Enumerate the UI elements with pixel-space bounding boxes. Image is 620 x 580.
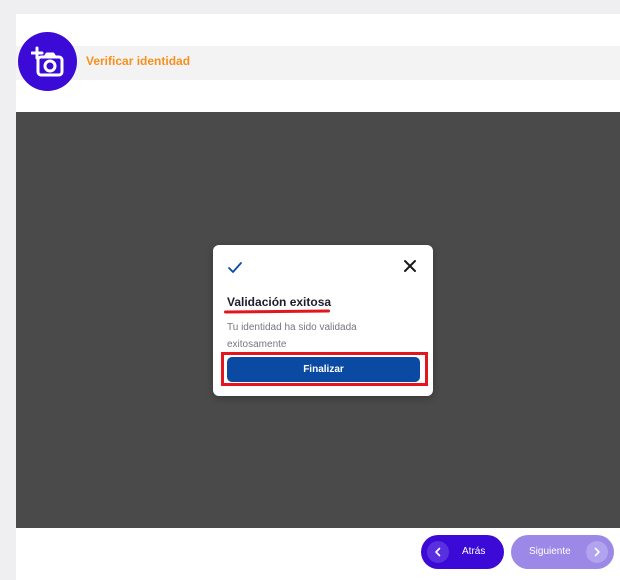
check-icon bbox=[228, 262, 242, 273]
page-title: Verificar identidad bbox=[86, 54, 191, 68]
close-icon[interactable] bbox=[403, 259, 417, 273]
next-button[interactable]: Siguiente bbox=[511, 535, 614, 569]
dialog-description: Tu identidad ha sido validada exitosamen… bbox=[227, 322, 357, 350]
finalize-button[interactable]: Finalizar bbox=[227, 357, 420, 382]
camera-plus-glyph bbox=[30, 46, 63, 76]
next-button-label: Siguiente bbox=[529, 546, 571, 557]
add-photo-camera-icon bbox=[18, 32, 77, 91]
chevron-right-icon bbox=[586, 541, 608, 563]
chevron-left-icon bbox=[427, 541, 449, 563]
back-button[interactable]: Atrás bbox=[421, 535, 504, 569]
success-dialog: Validación exitosa Tu identidad ha sido … bbox=[213, 245, 433, 396]
back-button-label: Atrás bbox=[462, 546, 486, 557]
dialog-title: Validación exitosa bbox=[227, 295, 332, 309]
title-underline-annotation bbox=[223, 309, 331, 314]
